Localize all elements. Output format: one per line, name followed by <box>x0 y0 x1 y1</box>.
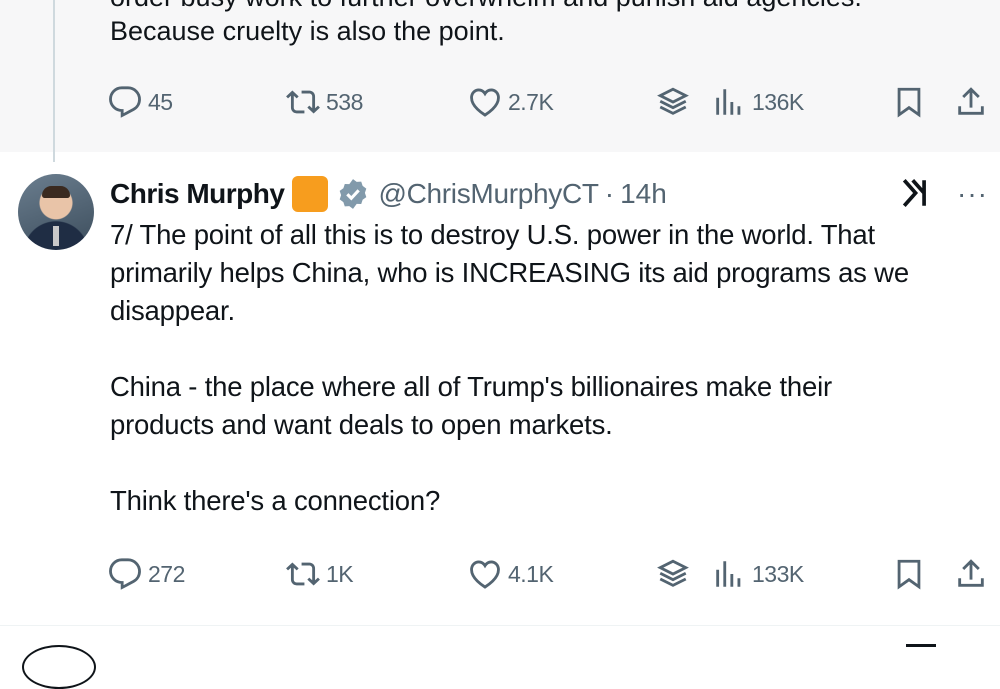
layers-icon <box>657 559 689 587</box>
share-button[interactable] <box>954 82 988 122</box>
separator-dot: · <box>604 178 615 209</box>
reply-count: 272 <box>148 560 185 587</box>
author-handle[interactable]: @ChrisMurphyCT <box>378 178 599 210</box>
share-icon <box>958 87 984 115</box>
next-tweet-edge <box>906 644 936 647</box>
layers-icon <box>657 87 689 115</box>
previous-tweet-actions: 45 538 2.7K 136K <box>108 82 990 122</box>
reply-icon <box>109 558 141 590</box>
tweet-header: Chris Murphy @ChrisMurphyCT · 14h <box>110 174 667 214</box>
like-icon <box>470 88 500 117</box>
repost-icon <box>286 90 320 114</box>
avatar[interactable] <box>18 174 94 250</box>
views-icon <box>716 561 741 587</box>
share-icon <box>958 559 984 587</box>
bookmark-icon <box>897 87 921 118</box>
repost-button[interactable]: 1K <box>286 554 354 594</box>
tweet-actions: 272 1K 4.1K 133K <box>108 554 990 594</box>
grok-icon[interactable] <box>900 176 934 210</box>
repost-count: 538 <box>326 88 363 115</box>
org-badge <box>292 176 329 212</box>
reply-button[interactable]: 45 <box>108 82 173 122</box>
repost-count: 1K <box>326 560 354 587</box>
views-button[interactable]: 133K <box>712 554 804 594</box>
previous-tweet-text: order busy work to further overwhelm and… <box>110 0 960 60</box>
verified-icon <box>340 179 367 209</box>
share-button[interactable] <box>954 554 988 594</box>
reply-button[interactable]: 272 <box>108 554 185 594</box>
like-icon <box>470 560 500 589</box>
views-button[interactable]: 136K <box>712 82 804 122</box>
like-count: 2.7K <box>508 88 554 115</box>
thread-connector-line <box>53 0 55 162</box>
next-tweet-avatar[interactable] <box>22 645 96 689</box>
views-count: 133K <box>752 560 804 587</box>
bookmark-button[interactable] <box>892 554 926 594</box>
views-count: 136K <box>752 88 804 115</box>
repost-icon <box>286 562 320 586</box>
layers-button[interactable] <box>656 82 690 122</box>
like-button[interactable]: 4.1K <box>468 554 554 594</box>
like-count: 4.1K <box>508 560 554 587</box>
previous-tweet[interactable]: order busy work to further overwhelm and… <box>0 0 1000 152</box>
layers-button[interactable] <box>656 554 690 594</box>
views-icon <box>716 89 741 115</box>
more-options-button[interactable]: ··· <box>957 178 988 210</box>
tweet-timestamp[interactable]: 14h <box>620 178 667 210</box>
tweet-divider <box>0 625 1000 626</box>
previous-tweet-last-line: Because cruelty is also the point. <box>110 16 505 46</box>
tweet-body: 7/ The point of all this is to destroy U… <box>110 219 909 516</box>
bookmark-icon <box>897 559 921 590</box>
author-name[interactable]: Chris Murphy <box>110 178 285 210</box>
like-button[interactable]: 2.7K <box>468 82 554 122</box>
bookmark-button[interactable] <box>892 82 926 122</box>
reply-count: 45 <box>148 88 173 115</box>
repost-button[interactable]: 538 <box>286 82 363 122</box>
reply-icon <box>109 86 141 118</box>
